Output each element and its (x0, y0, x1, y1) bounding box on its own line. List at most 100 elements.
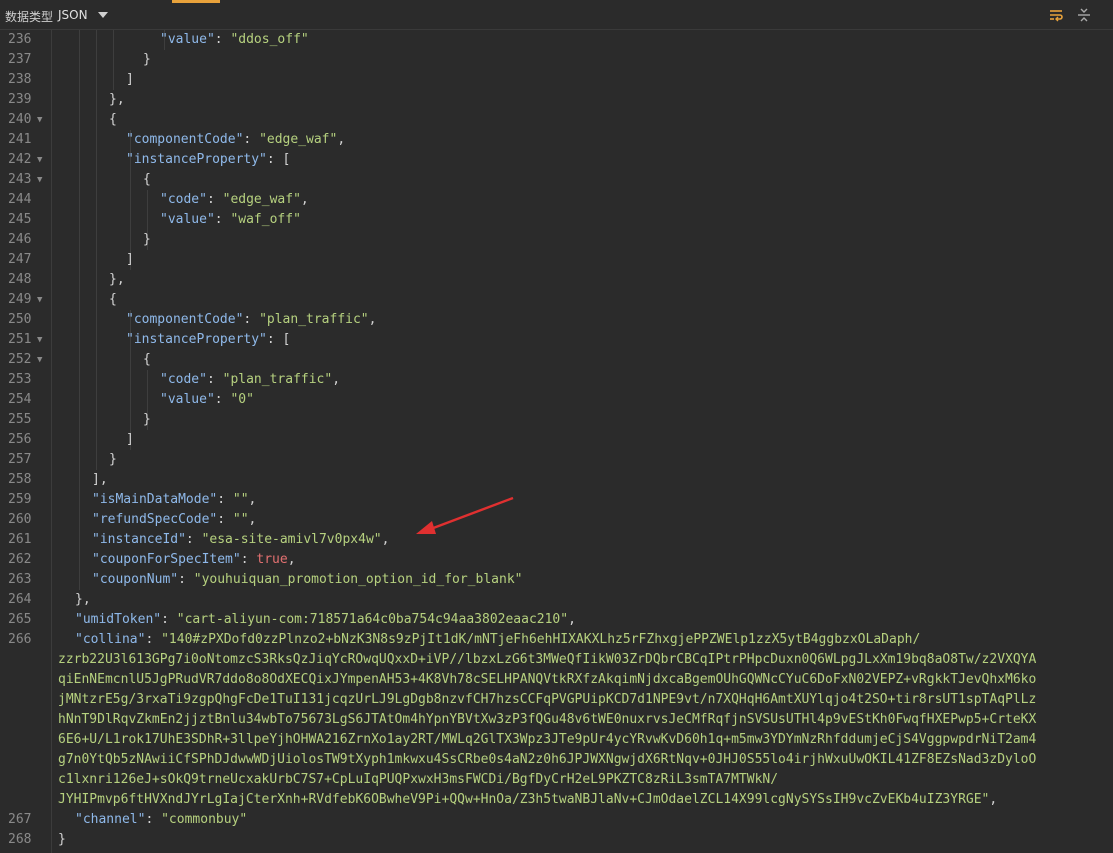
json-string: "plan_traffic" (222, 372, 333, 387)
code-line: "channel": "commonbuy" (75, 810, 247, 830)
line-number: 262 (8, 552, 32, 567)
line-number: 237 (8, 52, 32, 67)
code-line: ] (126, 430, 134, 450)
toolbar: 数据类型 JSON (0, 0, 1113, 30)
data-type-select[interactable]: JSON (58, 8, 88, 22)
json-punctuation: ] (126, 432, 134, 447)
json-key: "couponNum" (92, 572, 179, 587)
line-number: 257 (8, 452, 32, 467)
code-line: "collina": "140#zPXDofd0zzPlnzo2+bNzK3N8… (75, 630, 920, 650)
code-line: { (143, 170, 151, 190)
json-punctuation: } (143, 52, 151, 67)
line-number: 252 (8, 352, 32, 367)
json-punctuation: : (161, 612, 177, 627)
line-number: 246 (8, 232, 32, 247)
code-line: } (143, 230, 151, 250)
fold-toggle-icon[interactable]: ▼ (37, 330, 42, 350)
json-punctuation: } (58, 832, 66, 847)
json-punctuation: : (214, 212, 231, 227)
line-number-gutter: 236 237 238 239 240 ▼ 241 242 ▼ 243 ▼ 244 245 246 247 2… (0, 30, 52, 853)
json-punctuation: }, (75, 592, 91, 607)
json-key: "instanceId" (92, 532, 186, 547)
json-punctuation: , (989, 792, 998, 807)
line-number: 255 (8, 412, 32, 427)
code-line: "couponNum": "youhuiquan_promotion_optio… (92, 570, 522, 590)
line-number: 243 (8, 172, 32, 187)
json-punctuation: : (145, 632, 162, 647)
code-line: zzrb22U3l613GPg7i0oNtomzcS3RksQzJiqYcROw… (58, 650, 1036, 670)
json-string: "edge_waf" (259, 132, 338, 147)
json-string: "" (232, 512, 249, 527)
line-number: 258 (8, 472, 32, 487)
json-punctuation: , (368, 312, 377, 327)
fold-toggle-icon[interactable]: ▼ (37, 150, 42, 170)
code-line: "code": "plan_traffic", (160, 370, 340, 390)
fold-toggle-icon[interactable]: ▼ (37, 110, 42, 130)
fold-toggle-icon[interactable]: ▼ (37, 170, 42, 190)
code-line: "value": "waf_off" (160, 210, 301, 230)
line-number: 241 (8, 132, 32, 147)
code-line: { (109, 290, 117, 310)
code-line: ] (126, 250, 134, 270)
indent-guide (96, 30, 97, 470)
line-number: 242 (8, 152, 32, 167)
json-key: "value" (160, 212, 215, 227)
json-string: "140#zPXDofd0zzPlnzo2+bNzK3N8s9zPjIt1dK/… (161, 632, 921, 647)
json-punctuation: , (248, 492, 257, 507)
json-key: "code" (160, 192, 207, 207)
code-line: "instanceId": "esa-site-amivl7v0px4w", (92, 530, 389, 550)
code-line: { (109, 110, 117, 130)
json-key: "couponForSpecItem" (92, 552, 241, 567)
code-line: }, (109, 270, 125, 290)
json-string: c1lxnri126eJ+sOkQ9trneUcxakUrbC7S7+CpLuI… (58, 772, 779, 787)
indent-guide (113, 30, 114, 90)
json-punctuation: : [ (266, 152, 291, 167)
line-number: 267 (8, 812, 32, 827)
json-punctuation: } (109, 452, 117, 467)
line-number: 249 (8, 292, 32, 307)
json-string: "0" (230, 392, 254, 407)
line-number: 268 (8, 832, 32, 847)
fold-toggle-icon[interactable]: ▼ (37, 290, 42, 310)
fold-toggle-icon[interactable]: ▼ (37, 350, 42, 370)
line-number: 239 (8, 92, 32, 107)
line-number: 251 (8, 332, 32, 347)
line-number: 260 (8, 512, 32, 527)
json-punctuation: , (568, 612, 576, 627)
code-line: } (58, 830, 66, 850)
json-string: 6E6+U/L1rok17UhE3SDhR+3llpeYjhOHWA216Zrn… (58, 732, 1037, 747)
json-string: "esa-site-amivl7v0px4w" (201, 532, 382, 547)
code-line: "componentCode": "edge_waf", (126, 130, 345, 150)
wrap-lines-icon[interactable] (1048, 7, 1064, 23)
code-line: } (109, 450, 117, 470)
line-number: 250 (8, 312, 32, 327)
json-punctuation: : (206, 192, 223, 207)
json-key: "value" (160, 392, 215, 407)
json-key: "componentCode" (126, 132, 244, 147)
code-line: "instanceProperty": [ (126, 330, 290, 350)
line-number: 248 (8, 272, 32, 287)
json-punctuation: , (332, 372, 341, 387)
json-string: g7n0YtQb5zNAwiiCfSPhDJdwwWDjUiolosTW9tXy… (58, 752, 1037, 767)
json-punctuation: { (143, 172, 151, 187)
json-string: "" (232, 492, 249, 507)
chevron-down-icon[interactable] (98, 12, 108, 18)
data-type-label: 数据类型 (5, 10, 54, 24)
line-number: 253 (8, 372, 32, 387)
code-line: jMNtzrE5g/3rxaTi9zgpQhgFcDe1TuI131jcqzUr… (58, 690, 1036, 710)
json-punctuation: , (248, 512, 257, 527)
line-number: 264 (8, 592, 32, 607)
collapse-all-icon[interactable] (1076, 7, 1092, 23)
line-number: 247 (8, 252, 32, 267)
line-number: 265 (8, 612, 32, 627)
json-punctuation: : (185, 532, 202, 547)
code-line: "value": "0" (160, 390, 254, 410)
json-punctuation: : (240, 552, 257, 567)
json-boolean: true (256, 552, 288, 567)
line-number: 261 (8, 532, 32, 547)
json-key: "code" (160, 372, 207, 387)
line-number: 263 (8, 572, 32, 587)
json-string: JYHIPmvp6ftHVXndJYrLgIajCterXnh+RVdfebK6… (58, 792, 990, 807)
json-code-view[interactable]: "value": "ddos_off"}]}, {"componentCode":… (52, 30, 1113, 853)
line-number: 238 (8, 72, 32, 87)
